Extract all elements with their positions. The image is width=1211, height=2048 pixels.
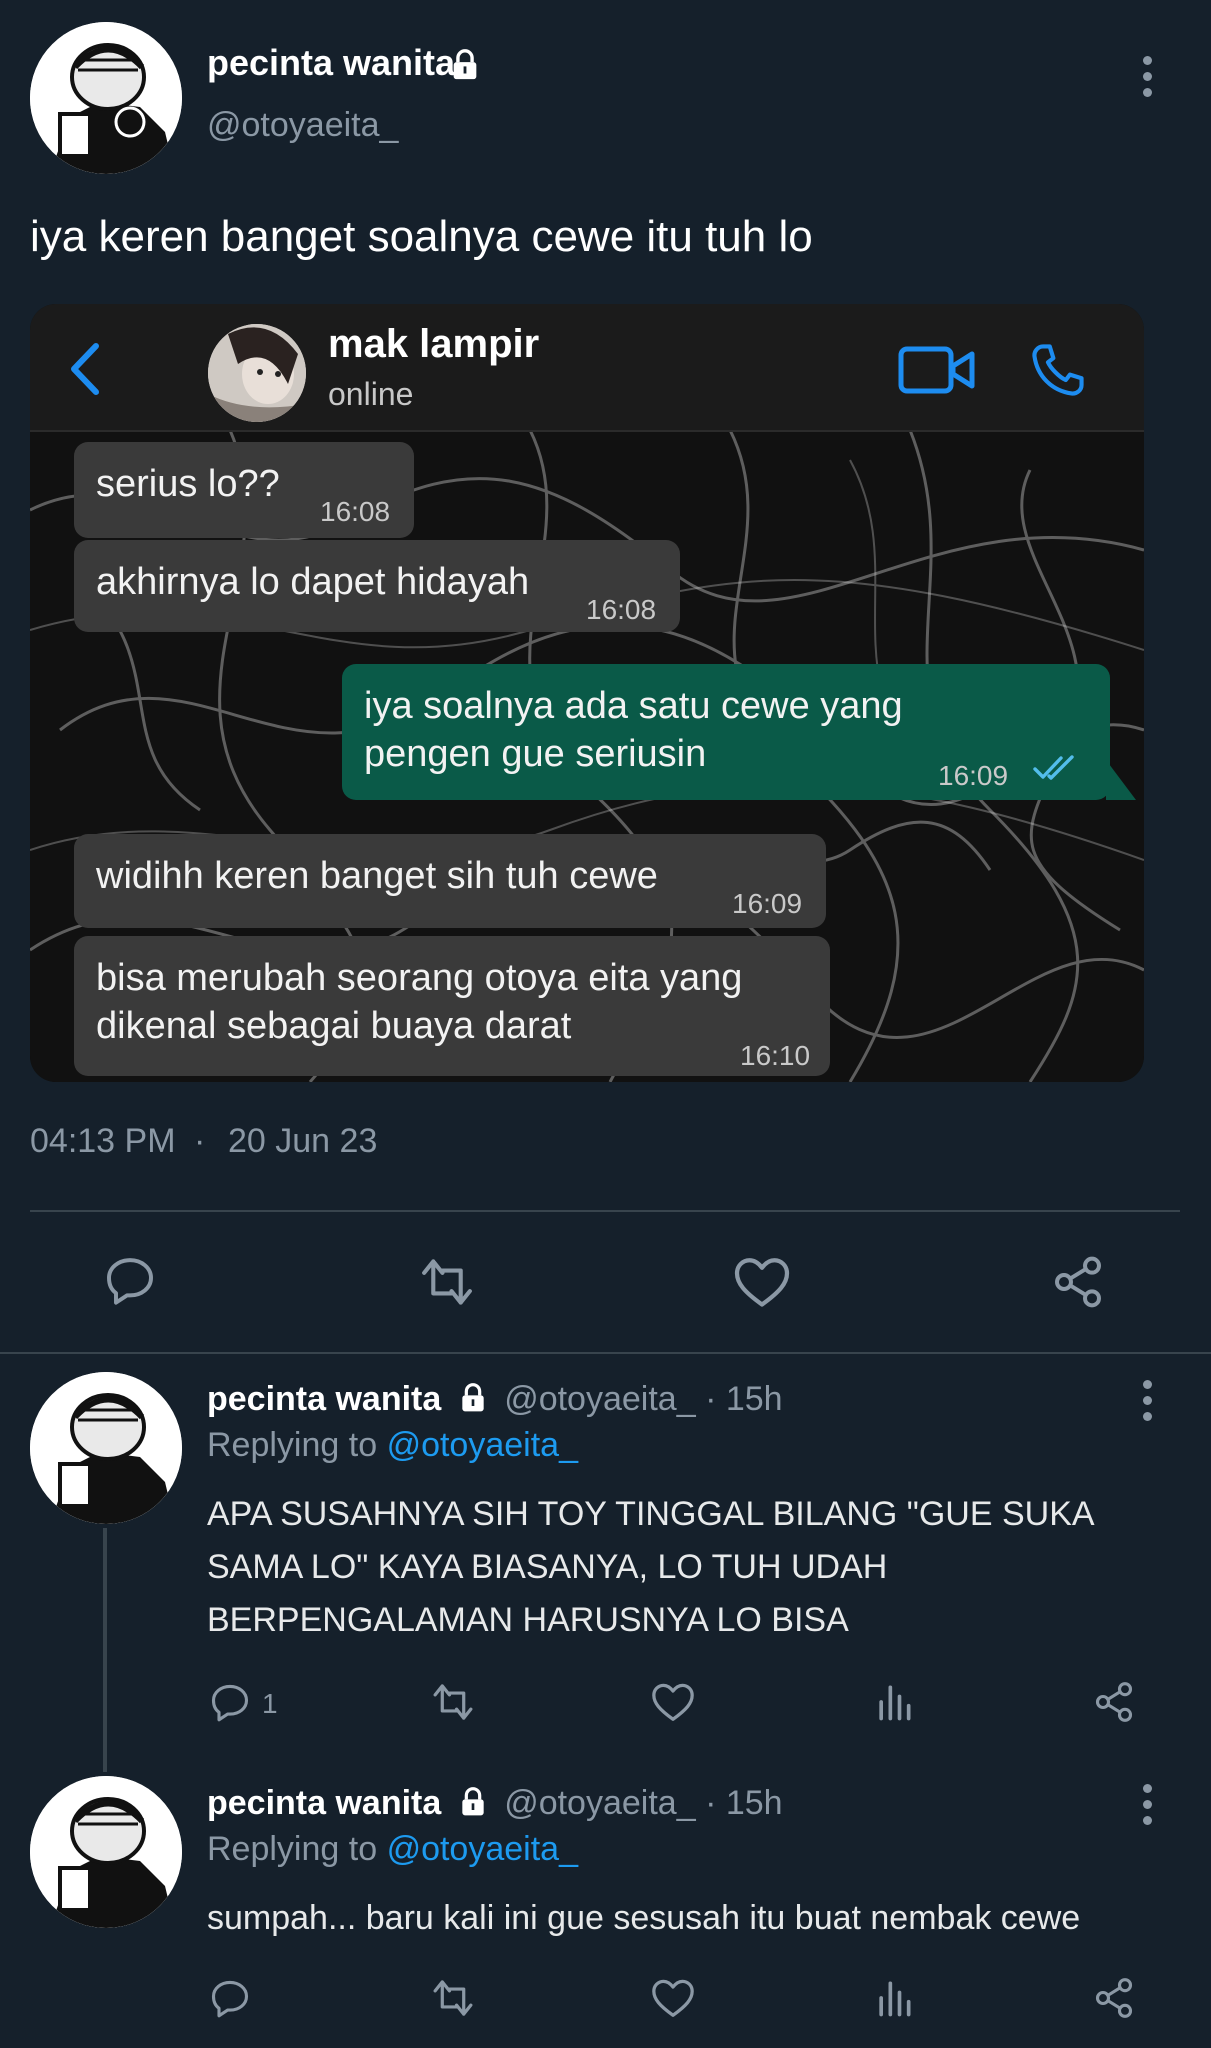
message-bubble-incoming[interactable]: akhirnya lo dapet hidayah 16:08 xyxy=(74,540,680,632)
bubble-tail xyxy=(1106,760,1136,800)
more-options-icon[interactable] xyxy=(1143,56,1152,97)
divider xyxy=(0,1352,1211,1354)
author-handle[interactable]: @otoyaeita_ xyxy=(504,1380,695,1418)
share-icon[interactable] xyxy=(1050,1254,1106,1310)
replying-to: Replying to @otoyaeita_ xyxy=(207,1426,578,1465)
avatar[interactable] xyxy=(30,1372,182,1524)
more-options-icon[interactable] xyxy=(1143,1380,1152,1421)
message-time: 16:08 xyxy=(320,496,391,527)
reply-icon[interactable] xyxy=(208,1680,252,1724)
thread-line xyxy=(103,1528,107,1772)
analytics-icon[interactable] xyxy=(872,1976,916,2020)
retweet-icon[interactable] xyxy=(415,1254,479,1310)
message-bubble-incoming[interactable]: serius lo?? 16:08 xyxy=(74,442,414,538)
more-options-icon[interactable] xyxy=(1143,1784,1152,1825)
replying-to-handle[interactable]: @otoyaeita_ xyxy=(387,1426,578,1464)
retweet-icon[interactable] xyxy=(428,1680,478,1724)
author-handle[interactable]: @otoyaeita_ xyxy=(207,106,398,145)
message-bubble-incoming[interactable]: bisa merubah seorang otoya eita yang dik… xyxy=(74,936,830,1076)
message-bubble-incoming[interactable]: widihh keren banget sih tuh cewe 16:09 xyxy=(74,834,826,928)
replying-to-label: Replying to xyxy=(207,1426,378,1464)
reply-text: APA SUSAHNYA SIH TOY TINGGAL BILANG "GUE… xyxy=(207,1495,1093,1639)
like-icon[interactable] xyxy=(732,1254,792,1310)
like-icon[interactable] xyxy=(650,1976,696,2020)
lock-icon xyxy=(448,48,482,82)
avatar[interactable] xyxy=(30,22,182,174)
message-text: serius lo?? xyxy=(96,463,280,505)
message-time: 16:10 xyxy=(740,1040,811,1071)
chat-screenshot[interactable]: mak lampir online serius lo?? 16:08 akhi… xyxy=(30,304,1144,1082)
reply-header: pecinta wanita @otoyaeita_ · 15h xyxy=(207,1380,783,1419)
tweet-date[interactable]: 20 Jun 23 xyxy=(228,1122,377,1161)
lock-icon xyxy=(457,1382,489,1414)
replying-to: Replying to @otoyaeita_ xyxy=(207,1830,578,1869)
tweet-time[interactable]: 04:13 PM xyxy=(30,1122,176,1161)
contact-status: online xyxy=(328,376,414,412)
replying-to-handle[interactable]: @otoyaeita_ xyxy=(387,1830,578,1868)
divider xyxy=(30,1210,1180,1212)
author-name[interactable]: pecinta wanita xyxy=(207,42,455,84)
phone-call-icon[interactable] xyxy=(1026,340,1088,402)
lock-icon xyxy=(457,1786,489,1818)
message-time: 16:09 xyxy=(938,760,1009,791)
reply-count: 1 xyxy=(262,1688,278,1719)
reply-icon[interactable] xyxy=(208,1976,252,2020)
author-handle[interactable]: @otoyaeita_ xyxy=(504,1784,695,1822)
analytics-icon[interactable] xyxy=(872,1680,916,1724)
contact-name: mak lampir xyxy=(328,322,540,366)
message-time: 16:08 xyxy=(586,594,657,625)
message-text: akhirnya lo dapet hidayah xyxy=(96,561,530,603)
message-time: 16:09 xyxy=(732,888,803,919)
reply-icon[interactable] xyxy=(102,1252,158,1308)
retweet-icon[interactable] xyxy=(428,1976,478,2020)
message-text: bisa merubah seorang otoya eita yang dik… xyxy=(96,957,743,1047)
message-text: iya soalnya ada satu cewe yang pengen gu… xyxy=(364,685,903,775)
message-text: widihh keren banget sih tuh cewe xyxy=(96,855,658,897)
replying-to-label: Replying to xyxy=(207,1830,378,1868)
reply-age: · 15h xyxy=(705,1784,783,1822)
tweet-text: iya keren banget soalnya cewe itu tuh lo xyxy=(30,212,813,261)
reply-header: pecinta wanita @otoyaeita_ · 15h xyxy=(207,1784,783,1823)
chat-header: mak lampir online xyxy=(30,304,1144,432)
share-icon[interactable] xyxy=(1092,1976,1136,2020)
video-call-icon[interactable] xyxy=(898,344,976,396)
reply-age: · 15h xyxy=(705,1380,783,1418)
message-bubble-outgoing[interactable]: iya soalnya ada satu cewe yang pengen gu… xyxy=(342,664,1110,800)
contact-avatar[interactable] xyxy=(208,324,306,422)
author-name[interactable]: pecinta wanita xyxy=(207,1380,441,1418)
share-icon[interactable] xyxy=(1092,1680,1136,1724)
author-name[interactable]: pecinta wanita xyxy=(207,1784,441,1822)
like-icon[interactable] xyxy=(650,1680,696,1724)
back-arrow-icon[interactable] xyxy=(68,342,102,396)
read-receipt-icon xyxy=(1032,754,1078,782)
avatar[interactable] xyxy=(30,1776,182,1928)
reply-text: sumpah... baru kali ini gue sesusah itu … xyxy=(207,1899,1081,1937)
timestamp-separator: · xyxy=(194,1122,206,1160)
